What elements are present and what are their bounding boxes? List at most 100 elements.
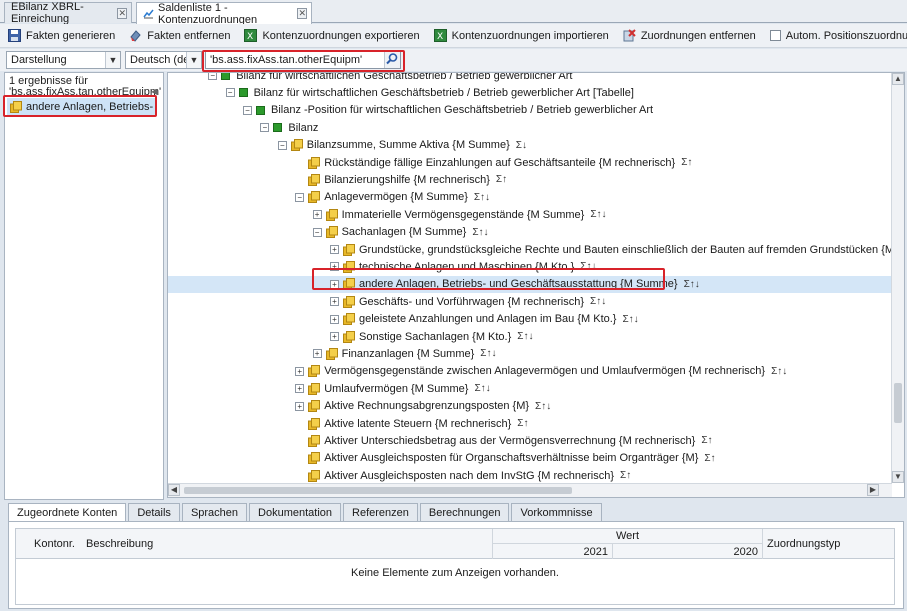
tree-row[interactable]: + Vermögensgegenstände zwischen Anlagever…: [168, 363, 892, 380]
scroll-up-icon[interactable]: ▲: [892, 73, 904, 85]
expand-icon[interactable]: +: [295, 401, 305, 411]
tree-row[interactable]: − Bilanzsumme, Summe Aktiva {M Summe} Σ↓: [168, 137, 892, 154]
col-2021[interactable]: 2021: [492, 544, 612, 559]
tree-row-selected[interactable]: + andere Anlagen, Betriebs- und Geschäfts…: [168, 275, 892, 293]
chevron-down-icon[interactable]: ▼: [186, 52, 201, 68]
auto-position-checkbox[interactable]: Autom. Positionszuordnung: [769, 30, 907, 42]
expand-icon[interactable]: +: [295, 366, 305, 376]
checkbox[interactable]: [769, 30, 781, 41]
expand-icon[interactable]: +: [312, 349, 322, 359]
expand-icon[interactable]: +: [330, 245, 339, 254]
search-input[interactable]: 'bs.ass.fixAss.tan.otherEquipm': [205, 51, 401, 69]
sigma-icon: Σ↑↓: [771, 365, 788, 377]
collapse-icon[interactable]: −: [243, 105, 252, 115]
tree-row[interactable]: + geleistete Anzahlungen und Anlagen im B…: [168, 311, 892, 328]
expand-icon[interactable]: +: [330, 297, 339, 307]
tree-row[interactable]: + Geschäfts- und Vorführwagen {M rechneri…: [168, 293, 892, 310]
horizontal-scrollbar[interactable]: ◀ ▶: [168, 483, 892, 497]
details-tab[interactable]: Berechnungen: [419, 503, 510, 521]
view-select[interactable]: Darstellung ▼: [6, 51, 121, 69]
tab-saldenliste[interactable]: Saldenliste 1 - Kontenzuordnungen ✕: [136, 2, 312, 26]
col-beschreibung[interactable]: Beschreibung: [86, 529, 153, 559]
tree-node-label: Rückständige fällige Einzahlungen auf Ge…: [324, 156, 676, 169]
tree-row[interactable]: − Sachanlagen {M Summe} Σ↑↓: [168, 224, 892, 241]
details-tab[interactable]: Vorkommnisse: [511, 503, 602, 521]
tree-row[interactable]: Aktive latente Steuern {M rechnerisch} Σ↑: [168, 415, 892, 432]
collapse-icon[interactable]: −: [225, 88, 235, 98]
expand-icon[interactable]: +: [330, 332, 339, 341]
expand-icon[interactable]: +: [295, 384, 305, 394]
tree-row[interactable]: Aktiver Ausgleichsposten für Organschaft…: [168, 450, 892, 467]
chevron-down-icon[interactable]: ▼: [105, 52, 120, 68]
col-zuordnungstyp[interactable]: Zuordnungstyp: [762, 529, 894, 559]
tree-row[interactable]: + Grundstücke, grundstücksgleiche Rechte …: [168, 241, 904, 258]
tree-row[interactable]: − Bilanz: [168, 119, 892, 136]
expand-icon[interactable]: +: [330, 262, 339, 272]
generate-facts-button[interactable]: Fakten generieren: [8, 29, 115, 42]
tree-row[interactable]: Rückständige fällige Einzahlungen auf Ge…: [168, 154, 892, 171]
folder-icon: [308, 156, 321, 169]
close-icon[interactable]: ✕: [117, 7, 127, 19]
tree-row[interactable]: + Finanzanlagen {M Summe} Σ↑↓: [168, 345, 892, 362]
folder-icon: [325, 226, 338, 239]
details-tab[interactable]: Referenzen: [343, 503, 418, 521]
language-select[interactable]: Deutsch (de) ▼: [125, 51, 202, 69]
tree-row[interactable]: Bilanzierungshilfe {M rechnerisch} Σ↑: [168, 171, 892, 188]
grid-header: Kontonr. Beschreibung Wert 2021 2020 Zuo…: [16, 529, 894, 559]
details-tab[interactable]: Details: [128, 503, 180, 521]
node-square-icon: [256, 105, 265, 115]
remove-assignments-button[interactable]: Zuordnungen entfernen: [623, 29, 756, 42]
result-count: 1 ergebnisse für 'bs.ass.fixAss.tan.othe…: [9, 75, 162, 98]
scroll-right-icon[interactable]: ▶: [867, 484, 879, 496]
collapse-icon[interactable]: ◀: [151, 87, 159, 96]
collapse-icon[interactable]: −: [312, 227, 322, 237]
expand-icon[interactable]: +: [330, 314, 339, 324]
collapse-icon[interactable]: −: [295, 192, 305, 202]
tree-row[interactable]: + Aktive Rechnungsabgrenzungsposten {M} Σ↑…: [168, 398, 892, 415]
node-square-icon: [238, 88, 248, 98]
tree-node-label: Bilanz für wirtschaftlichen Geschäftsbet…: [253, 86, 634, 99]
import-assignments-button[interactable]: X Kontenzuordnungen importieren: [433, 29, 609, 42]
sigma-icon: Σ↑↓: [580, 261, 597, 273]
tree-node-label: Aktiver Ausgleichsposten nach dem InvStG…: [324, 469, 615, 482]
tree-node-label: Sonstige Sachanlagen {M Kto.}: [359, 330, 512, 343]
details-tab[interactable]: Sprachen: [181, 503, 248, 521]
remove-facts-button[interactable]: Fakten entfernen: [129, 29, 230, 42]
tree-row[interactable]: − Anlagevermögen {M Summe} Σ↑↓: [168, 189, 892, 206]
close-icon[interactable]: ✕: [297, 8, 307, 19]
tree-row[interactable]: + Immaterielle Vermögensgegenstände {M Su…: [168, 206, 892, 223]
tree-row[interactable]: Aktiver Unterschiedsbetrag aus der Vermö…: [168, 432, 892, 449]
tree-row[interactable]: + technische Anlagen und Maschinen {M Kto…: [168, 258, 892, 275]
tab-ebilanz[interactable]: EBilanz XBRL-Einreichung ✕: [4, 1, 132, 25]
expand-icon[interactable]: +: [330, 279, 339, 289]
tree-node-label: Umlaufvermögen {M Summe}: [324, 382, 469, 395]
search-icon[interactable]: [384, 52, 400, 68]
tree-node-label: geleistete Anzahlungen und Anlagen im Ba…: [359, 313, 617, 326]
tree-row[interactable]: − Bilanz für wirtschaftlichen Geschäftsbe…: [168, 84, 892, 101]
result-item[interactable]: andere Anlagen, Betriebs- und Geschäftsa…: [7, 98, 157, 116]
tree-node-label: Finanzanlagen {M Summe}: [341, 347, 475, 360]
tree-row[interactable]: − Bilanz für wirtschaftlichen Geschäftsbe…: [168, 73, 892, 84]
vertical-scrollbar[interactable]: ▲ ▼: [891, 73, 904, 483]
collapse-icon[interactable]: −: [277, 140, 287, 150]
collapse-icon[interactable]: −: [260, 123, 270, 133]
tree-node-label: Aktive Rechnungsabgrenzungsposten {M}: [324, 400, 530, 413]
scroll-down-icon[interactable]: ▼: [892, 471, 904, 483]
folder-icon: [308, 469, 321, 482]
tree-row[interactable]: + Sonstige Sachanlagen {M Kto.} Σ↑↓: [168, 328, 892, 345]
col-2020[interactable]: 2020: [612, 544, 762, 559]
scroll-thumb[interactable]: [184, 487, 572, 494]
collapse-icon[interactable]: −: [208, 73, 218, 80]
details-tab[interactable]: Dokumentation: [249, 503, 342, 521]
tree-row[interactable]: + Umlaufvermögen {M Summe} Σ↑↓: [168, 380, 892, 397]
export-assignments-button[interactable]: X Kontenzuordnungen exportieren: [244, 29, 420, 42]
details-tab[interactable]: Zugeordnete Konten: [8, 503, 127, 521]
scroll-left-icon[interactable]: ◀: [168, 484, 180, 496]
col-konto[interactable]: Kontonr.: [34, 529, 75, 559]
expand-icon[interactable]: +: [312, 210, 322, 220]
scroll-thumb[interactable]: [894, 383, 902, 423]
tree-node-label: Sachanlagen {M Summe}: [341, 226, 467, 239]
tree-node-label: Vermögensgegenstände zwischen Anlageverm…: [324, 365, 766, 378]
tree-row[interactable]: − Bilanz -Position für wirtschaftlichen G…: [168, 102, 892, 119]
tree-row[interactable]: Aktiver Ausgleichsposten nach dem InvStG…: [168, 467, 892, 484]
